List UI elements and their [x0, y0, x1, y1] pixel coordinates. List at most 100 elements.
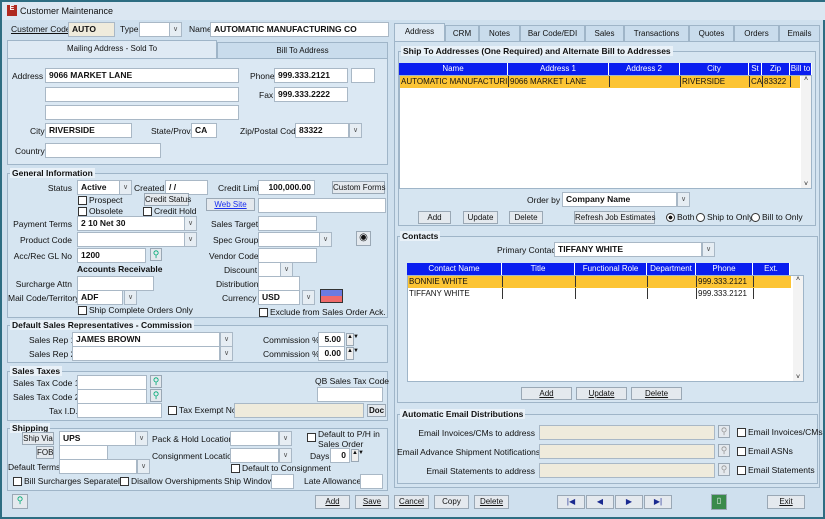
chevron-down-icon[interactable]: ∨: [169, 22, 182, 37]
column-header[interactable]: Name: [399, 63, 508, 75]
lookup-icon[interactable]: ⚲: [718, 425, 730, 438]
chevron-down-icon[interactable]: ∨: [184, 232, 197, 247]
chevron-down-icon[interactable]: ∨: [280, 262, 293, 277]
column-header[interactable]: Contact Name: [407, 263, 502, 275]
previous-record-icon[interactable]: ◀: [586, 495, 614, 509]
table-row[interactable]: TIFFANY WHITE 999.333.2121: [408, 288, 791, 300]
lookup-icon[interactable]: ⚲: [150, 248, 162, 261]
column-header[interactable]: Address 1: [508, 63, 609, 75]
fob-button[interactable]: FOB: [36, 446, 54, 459]
gl-field[interactable]: 1200: [77, 248, 146, 263]
device-icon[interactable]: ▯: [711, 494, 727, 510]
column-header[interactable]: Zip: [762, 63, 790, 75]
address2-field[interactable]: [45, 87, 239, 102]
chevron-down-icon[interactable]: ∨: [220, 332, 233, 347]
contact-add-button[interactable]: Add: [521, 387, 572, 400]
surcharge-field[interactable]: [77, 276, 154, 291]
lookup-icon[interactable]: ⚲: [718, 463, 730, 476]
ship-window-field[interactable]: [271, 474, 294, 489]
name-field[interactable]: AUTOMATIC MANUFACTURING CO: [210, 22, 389, 37]
email-statements-field[interactable]: [539, 463, 715, 478]
radio-bill-to-only[interactable]: [751, 213, 760, 222]
delete-button[interactable]: Delete: [474, 495, 509, 509]
days-field[interactable]: 0: [330, 448, 350, 463]
radio-ship-to-only[interactable]: [696, 213, 705, 222]
currency-select[interactable]: USD: [258, 290, 300, 305]
exclude-ack-checkbox[interactable]: [259, 308, 268, 317]
status-select[interactable]: Active: [77, 180, 120, 195]
late-allowance-field[interactable]: [360, 474, 383, 489]
chevron-down-icon[interactable]: ∨: [677, 192, 690, 207]
tax-id-field[interactable]: [77, 403, 162, 418]
custom-forms-button[interactable]: Custom Forms: [332, 181, 385, 194]
customer-code-field[interactable]: AUTO: [68, 22, 115, 37]
ship-to-update-button[interactable]: Update: [463, 211, 498, 224]
tab-crm[interactable]: CRM: [445, 25, 479, 42]
copy-button[interactable]: Copy: [434, 495, 469, 509]
tab-transactions[interactable]: Transactions: [624, 25, 689, 42]
tax-code1-field[interactable]: [77, 375, 147, 390]
phone-ext-field[interactable]: [351, 68, 375, 83]
fax-field[interactable]: 999.333.2222: [274, 87, 348, 102]
default-ph-checkbox[interactable]: [307, 433, 316, 442]
tax-exempt-field[interactable]: [234, 403, 364, 418]
column-header[interactable]: Phone: [696, 263, 753, 275]
ship-via-button[interactable]: Ship Via: [22, 432, 54, 445]
globe-icon[interactable]: ◉: [356, 231, 371, 246]
product-code-select[interactable]: [77, 232, 185, 247]
scrollbar[interactable]: ˄ ˅: [793, 276, 803, 381]
chevron-down-icon[interactable]: ∨: [184, 216, 197, 231]
spec-group-select[interactable]: [258, 232, 320, 247]
add-button[interactable]: Add: [315, 495, 350, 509]
tax-exempt-checkbox[interactable]: [168, 406, 177, 415]
lookup-icon[interactable]: ⚲: [150, 375, 162, 388]
tab-bar-code-edi[interactable]: Bar Code/EDI: [520, 25, 585, 42]
chevron-down-icon[interactable]: ∨: [279, 448, 292, 463]
doc-button[interactable]: Doc: [367, 404, 386, 417]
ship-complete-checkbox[interactable]: [78, 306, 87, 315]
qb-tax-field[interactable]: [317, 387, 383, 402]
column-header[interactable]: Department: [647, 263, 696, 275]
credit-hold-checkbox[interactable]: [143, 207, 152, 216]
email-asn-field[interactable]: [539, 444, 715, 459]
disallow-overshipments-checkbox[interactable]: [120, 477, 129, 486]
tab-bill-to-address[interactable]: Bill To Address: [217, 42, 388, 59]
web-site-button[interactable]: Web Site: [206, 198, 255, 211]
exit-button[interactable]: Exit: [767, 495, 805, 509]
country-field[interactable]: [45, 143, 161, 158]
chevron-down-icon[interactable]: ∨: [349, 123, 362, 138]
chevron-down-icon[interactable]: ∨: [702, 242, 715, 257]
state-field[interactable]: CA: [191, 123, 217, 138]
credit-status-button[interactable]: Credit Status: [144, 193, 191, 206]
customer-code-label[interactable]: Customer Code: [11, 24, 71, 35]
email-invoices-field[interactable]: [539, 425, 715, 440]
ship-to-add-button[interactable]: Add: [418, 211, 451, 224]
sales-target-field[interactable]: [258, 216, 317, 231]
email-statements-checkbox[interactable]: [737, 466, 746, 475]
column-header[interactable]: St: [749, 63, 762, 75]
tab-notes[interactable]: Notes: [479, 25, 520, 42]
column-header[interactable]: Title: [502, 263, 575, 275]
contact-delete-button[interactable]: Delete: [631, 387, 682, 400]
obsolete-checkbox[interactable]: [78, 207, 87, 216]
chevron-down-icon[interactable]: ∨: [137, 459, 150, 474]
tab-mailing-address[interactable]: Mailing Address - Sold To: [7, 40, 217, 58]
contact-update-button[interactable]: Update: [576, 387, 627, 400]
chevron-down-icon[interactable]: ∨: [302, 290, 315, 305]
credit-limit-field[interactable]: 100,000.00: [258, 180, 315, 195]
table-row[interactable]: BONNIE WHITE 999.333.2121: [408, 276, 791, 288]
commission1-field[interactable]: 5.00: [318, 332, 345, 347]
email-asn-checkbox[interactable]: [737, 447, 746, 456]
rep1-select[interactable]: JAMES BROWN: [72, 332, 220, 347]
save-button[interactable]: Save: [355, 495, 389, 509]
ship-to-delete-button[interactable]: Delete: [509, 211, 543, 224]
ship-via-select[interactable]: UPS: [59, 431, 136, 446]
table-row[interactable]: AUTOMATIC MANUFACTURING 9066 MARKET LANE…: [400, 76, 800, 88]
chevron-down-icon[interactable]: ∨: [279, 431, 292, 446]
default-consignment-checkbox[interactable]: [231, 464, 240, 473]
bill-surcharges-checkbox[interactable]: [13, 477, 22, 486]
primary-contact-select[interactable]: TIFFANY WHITE: [554, 242, 702, 257]
prospect-checkbox[interactable]: [78, 196, 87, 205]
commission2-field[interactable]: 0.00: [318, 346, 345, 361]
email-invoices-checkbox[interactable]: [737, 428, 746, 437]
